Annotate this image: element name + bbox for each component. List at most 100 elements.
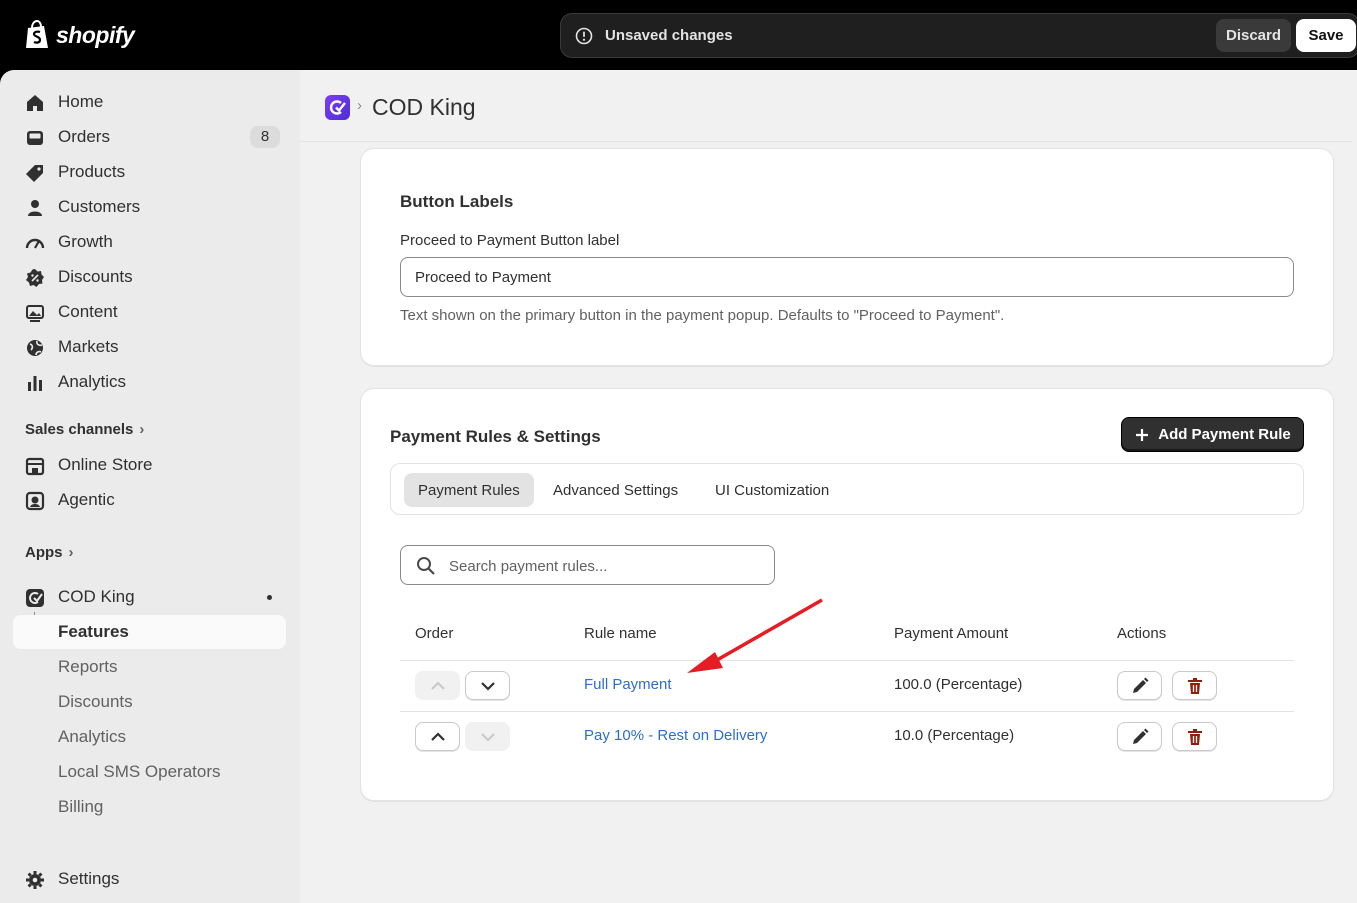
annotation-arrow-icon: [687, 598, 823, 673]
sidebar-item-label: Local SMS Operators: [58, 762, 221, 781]
proceed-button-label-field[interactable]: [400, 257, 1294, 297]
page-edge: [1352, 70, 1357, 903]
search-box: [400, 545, 775, 585]
tab-advanced-settings[interactable]: Advanced Settings: [539, 473, 692, 507]
sidebar-item-label: Online Store: [58, 455, 153, 474]
sidebar-item-discounts[interactable]: Discounts: [13, 260, 286, 294]
sidebar-item-cod-king[interactable]: COD King: [13, 580, 286, 614]
page-header: › COD King: [300, 70, 1357, 142]
sidebar-item-label: Content: [58, 302, 118, 321]
unsaved-changes-bar: Unsaved changes Discard Save: [560, 13, 1357, 58]
tag-icon: [26, 165, 43, 182]
sidebar-item-label: Discounts: [58, 267, 133, 286]
shopify-logo[interactable]: shopify: [24, 20, 135, 50]
sidebar-item-app-discounts[interactable]: Discounts: [13, 685, 286, 719]
payment-amount: 100.0 (Percentage): [894, 676, 1023, 693]
sidebar-item-label: Analytics: [58, 727, 127, 746]
brand-name: shopify: [56, 21, 135, 48]
settings-tabs: Payment Rules Advanced Settings UI Custo…: [390, 463, 1304, 515]
person-icon: [28, 200, 42, 216]
breadcrumb-separator-icon: ›: [357, 97, 362, 114]
gauge-icon: [25, 238, 45, 249]
move-up-button[interactable]: [415, 722, 460, 751]
plus-icon: [1136, 428, 1149, 441]
cod-king-app-icon[interactable]: [325, 95, 350, 120]
sidebar-item-local-sms-operators[interactable]: Local SMS Operators: [13, 755, 286, 789]
sidebar-item-label: Agentic: [58, 490, 115, 509]
sidebar-item-label: Orders: [58, 127, 110, 146]
sidebar-item-customers[interactable]: Customers: [13, 190, 286, 224]
sidebar-item-app-analytics[interactable]: Analytics: [13, 720, 286, 754]
cod-king-icon: [26, 589, 44, 607]
sidebar-item-reports[interactable]: Reports: [13, 650, 286, 684]
discount-icon: [26, 269, 44, 287]
alert-circle-icon: [575, 27, 593, 45]
button-labels-card: Button Labels Proceed to Payment Button …: [360, 148, 1334, 366]
sales-channels-header[interactable]: Sales channels ›: [25, 421, 144, 438]
proceed-button-label: Proceed to Payment Button label: [400, 232, 620, 249]
trash-icon: [1188, 678, 1202, 694]
pencil-icon: [1133, 728, 1149, 744]
image-icon: [26, 305, 44, 322]
delete-rule-button[interactable]: [1172, 722, 1217, 751]
chevron-up-icon: [431, 732, 445, 741]
move-down-button[interactable]: [465, 722, 510, 751]
column-header-payment-amount: Payment Amount: [894, 625, 1009, 642]
sidebar-item-products[interactable]: Products: [13, 155, 286, 189]
sidebar-item-label: COD King: [58, 587, 135, 606]
sidebar-item-online-store[interactable]: Online Store: [13, 448, 286, 482]
move-down-button[interactable]: [465, 671, 510, 700]
sidebar-item-features[interactable]: Features: [13, 615, 286, 649]
unsaved-changes-text: Unsaved changes: [605, 27, 733, 44]
inbox-icon: [27, 131, 43, 145]
gear-icon: [26, 871, 44, 889]
delete-rule-button[interactable]: [1172, 671, 1217, 700]
sidebar-item-analytics[interactable]: Analytics: [13, 365, 286, 399]
orders-count-badge: 8: [250, 126, 280, 148]
tab-payment-rules[interactable]: Payment Rules: [404, 473, 534, 507]
sidebar-item-settings[interactable]: Settings: [13, 862, 286, 896]
chevron-right-icon: ›: [68, 544, 74, 561]
top-bar: shopify Unsaved changes Discard Save: [0, 0, 1357, 70]
edit-rule-button[interactable]: [1117, 722, 1162, 751]
page-title: COD King: [372, 94, 476, 120]
edit-rule-button[interactable]: [1117, 671, 1162, 700]
sidebar-item-content[interactable]: Content: [13, 295, 286, 329]
payment-rules-title: Payment Rules & Settings: [390, 427, 601, 446]
search-payment-rules-input[interactable]: [449, 554, 764, 578]
sidebar-item-markets[interactable]: Markets: [13, 330, 286, 364]
chevron-down-icon: [481, 682, 495, 691]
apps-header[interactable]: Apps ›: [25, 544, 74, 561]
sidebar-item-label: Reports: [58, 657, 118, 676]
main-content: › COD King Button Labels Proceed to Paym…: [300, 70, 1357, 903]
pencil-icon: [1133, 677, 1149, 693]
table-divider: [400, 660, 1294, 661]
move-up-button[interactable]: [415, 671, 460, 700]
bar-chart-icon: [28, 376, 42, 391]
sidebar-item-growth[interactable]: Growth: [13, 225, 286, 259]
sidebar-item-label: Settings: [58, 869, 120, 888]
chevron-right-icon: ›: [139, 421, 145, 438]
sidebar-item-billing[interactable]: Billing: [13, 790, 286, 824]
apps-label: Apps: [25, 544, 63, 561]
sidebar-item-home[interactable]: Home: [13, 85, 286, 119]
add-payment-rule-button[interactable]: Add Payment Rule: [1121, 417, 1304, 452]
cod-king-logo-icon: [329, 100, 346, 115]
save-button[interactable]: Save: [1296, 19, 1356, 52]
column-header-rule-name: Rule name: [584, 625, 657, 642]
sidebar-item-label: Billing: [58, 797, 104, 816]
rule-name-link[interactable]: Full Payment: [584, 676, 672, 693]
home-icon: [27, 95, 43, 111]
proceed-button-help-text: Text shown on the primary button in the …: [400, 307, 1005, 324]
unread-dot: [267, 595, 272, 600]
rule-name-link[interactable]: Pay 10% - Rest on Delivery: [584, 727, 767, 744]
table-divider: [400, 711, 1294, 712]
sidebar-item-label: Markets: [58, 337, 119, 356]
sidebar-item-agentic[interactable]: Agentic: [13, 483, 286, 517]
sidebar-item-label: Features: [58, 622, 129, 641]
discard-button[interactable]: Discard: [1216, 19, 1291, 52]
button-labels-title: Button Labels: [400, 192, 514, 211]
sidebar-item-orders[interactable]: Orders 8: [13, 120, 286, 154]
tab-ui-customization[interactable]: UI Customization: [701, 473, 843, 507]
sidebar: Home Orders 8 Products Customers Growth …: [0, 70, 300, 903]
